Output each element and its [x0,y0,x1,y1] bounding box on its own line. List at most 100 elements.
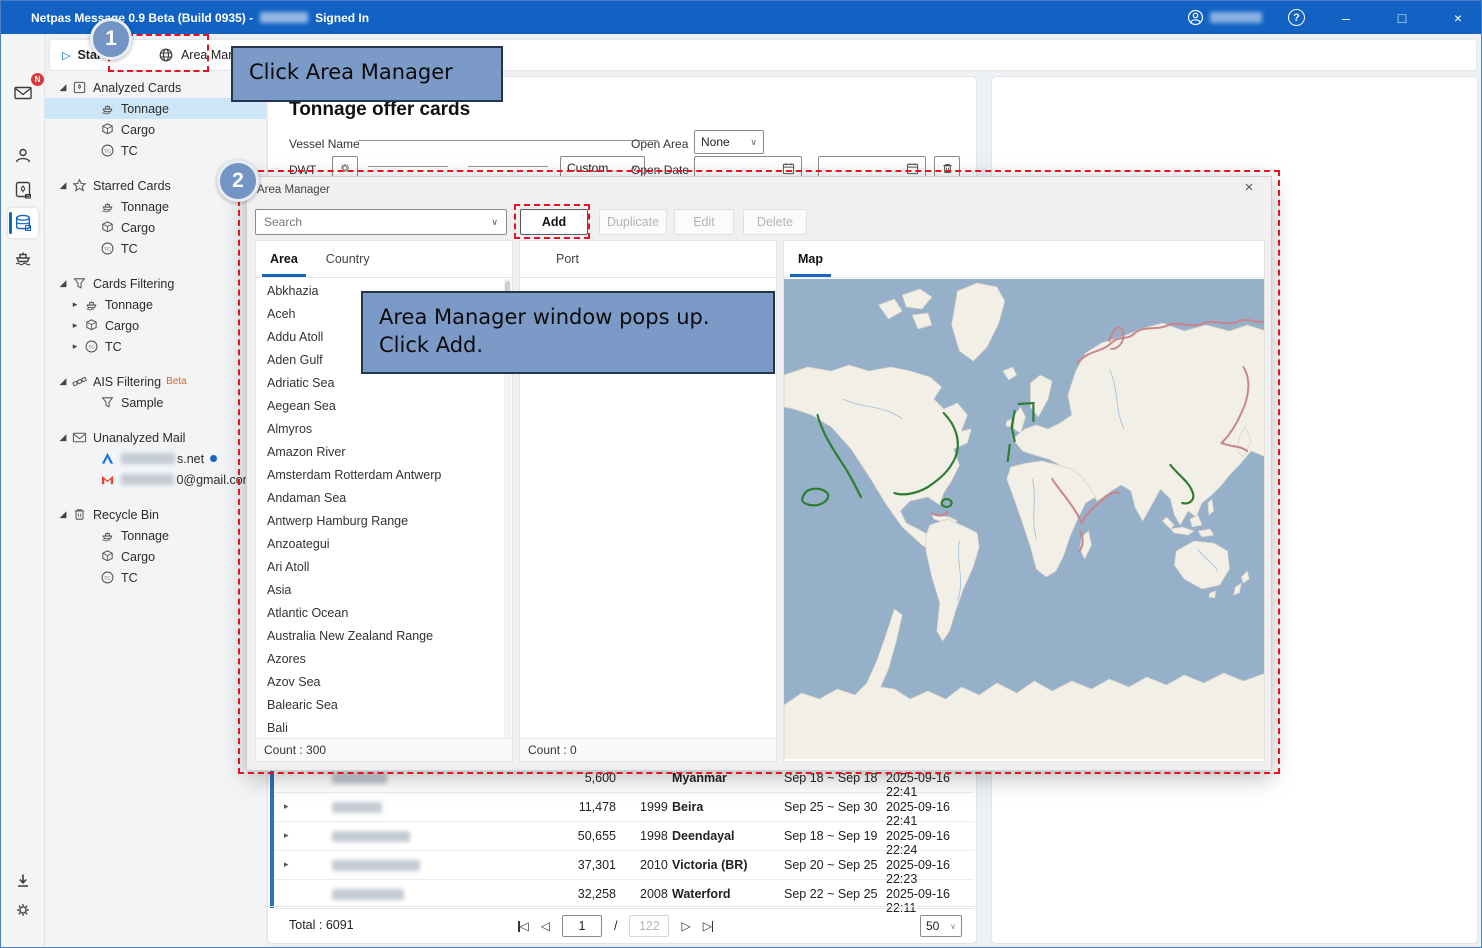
tab-area[interactable]: Area [256,241,312,277]
caret-expanded-icon[interactable]: ◢ [57,82,69,93]
delete-button[interactable]: Delete [743,209,807,235]
table-row[interactable]: ▸50,6551998DeendayalSep 18 ~ Sep 192025-… [274,822,974,851]
world-map[interactable] [784,279,1264,759]
tree-item-s-net[interactable]: s.net [45,448,266,469]
port-cell: Victoria (BR) [672,858,747,872]
tc-icon: TC [97,570,117,585]
svg-text:TC: TC [104,247,111,252]
download-button[interactable] [8,866,38,896]
add-button[interactable]: Add [520,209,588,235]
area-list-item[interactable]: Amsterdam Rotterdam Antwerp [256,463,504,486]
area-list-item[interactable]: Almyros [256,417,504,440]
tree-item-0-gmail-com[interactable]: 0@gmail.com [45,469,266,490]
table-row[interactable]: 32,2582008WaterfordSep 22 ~ Sep 252025-0… [274,880,974,909]
first-page-button[interactable]: ◁ [518,919,529,933]
port-count: Count : 0 [520,738,776,761]
dwt-max-input[interactable] [468,149,548,167]
redacted-account-name [1210,12,1262,23]
tree-item-unanalyzed-mail[interactable]: ◢Unanalyzed Mail [45,427,266,448]
tree-item-sample[interactable]: Sample [45,392,266,413]
open-area-select[interactable]: None∨ [694,130,764,154]
tree-item-label: Cargo [105,319,139,333]
expand-row-icon[interactable]: ▸ [284,801,289,812]
tree-item-label: Starred Cards [93,179,171,193]
tab-map[interactable]: Map [784,241,837,277]
ship-icon [13,247,33,267]
close-button[interactable]: × [1443,10,1473,26]
page-separator: / [614,919,617,933]
last-page-button[interactable]: ▷ [703,919,714,933]
caret-expanded-icon[interactable]: ◢ [57,180,69,191]
chevron-down-icon: ∨ [950,922,956,931]
tab-port[interactable]: Port [520,241,593,277]
expand-row-icon[interactable]: ▸ [284,859,289,870]
area-list-item[interactable]: Ari Atoll [256,555,504,578]
svg-text:TC: TC [88,345,95,350]
table-row[interactable]: ▸37,3012010Victoria (BR)Sep 20 ~ Sep 252… [274,851,974,880]
tree-item-cargo[interactable]: Cargo [45,119,266,140]
tree-item-tc[interactable]: TCTC [45,567,266,588]
edit-button[interactable]: Edit [674,209,734,235]
dwt-preset-value: Custom [567,161,608,175]
caret-expanded-icon[interactable]: ◢ [57,376,69,387]
area-list-item[interactable]: Adriatic Sea [256,371,504,394]
dialog-close-button[interactable]: × [1235,179,1263,200]
page-input[interactable]: 1 [562,915,602,937]
caret-collapsed-icon[interactable]: ▸ [69,341,81,352]
area-list-item[interactable]: Aegean Sea [256,394,504,417]
mail-nav-button[interactable]: N [8,78,38,108]
caret-expanded-icon[interactable]: ◢ [57,432,69,443]
table-row[interactable]: ▸11,4781999BeiraSep 25 ~ Sep 302025-09-1… [274,793,974,822]
area-list-item[interactable]: Atlantic Ocean [256,601,504,624]
prev-page-button[interactable]: ◁ [541,919,550,933]
tree-item-cards-filtering[interactable]: ◢Cards Filtering [45,273,266,294]
area-list-item[interactable]: Anzoategui [256,532,504,555]
cards-nav-button[interactable] [8,175,38,205]
left-rail: N [1,34,45,947]
caret-collapsed-icon[interactable]: ▸ [69,320,81,331]
expand-row-icon[interactable]: ▸ [284,830,289,841]
vessel-nav-button[interactable] [8,242,38,272]
dwt-cell: 11,478 [534,800,616,814]
tree-item-tonnage[interactable]: Tonnage [45,525,266,546]
area-list-item[interactable]: Antwerp Hamburg Range [256,509,504,532]
tree-item-cargo[interactable]: Cargo [45,546,266,567]
tree-item-tonnage[interactable]: ▸Tonnage [45,294,266,315]
port-cell: Waterford [672,887,731,901]
tree-item-recycle-bin[interactable]: ◢Recycle Bin [45,504,266,525]
contacts-nav-button[interactable] [8,141,38,171]
caret-collapsed-icon[interactable]: ▸ [69,299,81,310]
page-size-select[interactable]: 50∨ [920,915,962,937]
caret-expanded-icon[interactable]: ◢ [57,509,69,520]
account-button[interactable] [1187,9,1262,26]
minimize-button[interactable]: – [1331,10,1361,26]
maximize-button[interactable]: □ [1387,10,1417,26]
area-list-item[interactable]: Amazon River [256,440,504,463]
settings-button[interactable] [8,895,38,925]
tree-item-tc[interactable]: TCTC [45,140,266,161]
area-list-item[interactable]: Azov Sea [256,670,504,693]
area-list-item[interactable]: Azores [256,647,504,670]
area-list-item[interactable]: Australia New Zealand Range [256,624,504,647]
cube-icon [97,549,117,564]
caret-expanded-icon[interactable]: ◢ [57,278,69,289]
tree-item-tc[interactable]: TCTC [45,238,266,259]
tree-item-tc[interactable]: ▸TCTC [45,336,266,357]
tree-item-ais-filtering[interactable]: ◢AIS FilteringBeta [45,371,266,392]
tree-item-cargo[interactable]: Cargo [45,217,266,238]
tree-item-cargo[interactable]: ▸ Cargo [45,315,266,336]
area-search-combo[interactable]: Search ∨ [255,209,507,235]
tab-country[interactable]: Country [312,241,384,277]
area-list-item[interactable]: Balearic Sea [256,693,504,716]
database-nav-button-active[interactable] [8,208,38,238]
area-manager-dialog: Area Manager × Search ∨ Add Duplicate Ed… [246,176,1272,771]
vessel-name-input[interactable] [358,123,658,141]
dwt-min-input[interactable] [368,149,448,167]
cube-icon [97,220,117,235]
help-button[interactable]: ? [1288,9,1305,26]
area-list-item[interactable]: Asia [256,578,504,601]
duplicate-button[interactable]: Duplicate [599,209,667,235]
next-page-button[interactable]: ▷ [681,919,690,933]
area-list-item[interactable]: Bali [256,716,504,738]
area-list-item[interactable]: Andaman Sea [256,486,504,509]
